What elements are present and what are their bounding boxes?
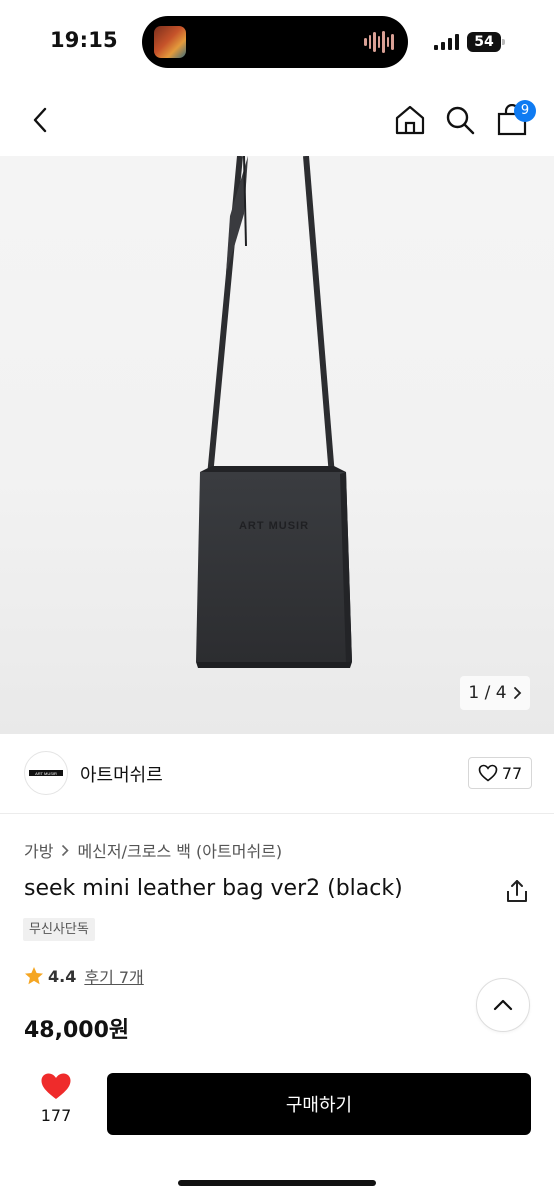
search-button[interactable] xyxy=(438,92,482,148)
status-time: 19:15 xyxy=(50,28,118,52)
back-button[interactable] xyxy=(18,92,62,148)
buy-button[interactable]: 구매하기 xyxy=(107,1073,531,1135)
cellular-signal-icon xyxy=(434,34,459,50)
heart-filled-icon xyxy=(41,1073,71,1099)
top-nav: 9 xyxy=(0,92,554,148)
battery-icon: 54 xyxy=(467,32,505,52)
share-icon xyxy=(507,880,527,902)
review-link[interactable]: 후기 7개 xyxy=(84,964,143,988)
wishlist-button[interactable]: 177 xyxy=(26,1072,86,1134)
battery-level: 54 xyxy=(467,32,501,52)
image-counter[interactable]: 1 / 4 xyxy=(460,676,530,710)
breadcrumb-category[interactable]: 가방 xyxy=(24,838,53,862)
brand-like-button[interactable]: 77 xyxy=(468,757,532,789)
audio-waveform-icon xyxy=(364,30,395,54)
breadcrumb-subcategory[interactable]: 메신저/크로스 백 (아트머쉬르) xyxy=(77,838,282,862)
back-chevron-icon xyxy=(33,107,47,133)
star-icon xyxy=(25,967,43,985)
bag-logo: ART MUSIR xyxy=(239,520,309,532)
home-icon xyxy=(395,105,425,135)
brand-name[interactable]: 아트머쉬르 xyxy=(80,761,163,787)
svg-text:ART MUSIR: ART MUSIR xyxy=(239,520,309,532)
wishlist-count: 177 xyxy=(40,1106,72,1125)
chevron-up-icon xyxy=(493,999,513,1011)
brand-logo-mark: ART MUSIR xyxy=(29,770,63,776)
product-price: 48,000원 xyxy=(24,1018,130,1043)
breadcrumb-chevron-icon xyxy=(62,844,70,856)
product-image-gallery[interactable]: ART MUSIR 1 / 4 xyxy=(0,156,554,734)
cart-count-badge: 9 xyxy=(514,100,536,122)
rating-row: 4.4 후기 7개 xyxy=(24,964,144,988)
dynamic-island[interactable] xyxy=(142,16,408,68)
chevron-right-icon xyxy=(513,687,521,699)
cart-button[interactable]: 9 xyxy=(490,92,536,148)
home-indicator xyxy=(178,1180,376,1186)
brand-row[interactable]: ART MUSIR 아트머쉬르 77 xyxy=(0,734,554,814)
now-playing-artwork xyxy=(154,26,186,58)
scroll-top-button[interactable] xyxy=(476,978,530,1032)
home-button[interactable] xyxy=(388,92,432,148)
search-icon xyxy=(446,106,475,135)
brand-like-count: 77 xyxy=(501,763,523,783)
image-counter-text: 1 / 4 xyxy=(468,683,507,703)
svg-text:ART MUSIR: ART MUSIR xyxy=(35,771,57,776)
status-bar: 19:15 54 xyxy=(0,0,554,84)
heart-outline-icon xyxy=(478,764,498,782)
exclusive-tag: 무신사단독 xyxy=(23,918,95,941)
breadcrumb: 가방 메신저/크로스 백 (아트머쉬르) xyxy=(24,838,282,862)
product-photo: ART MUSIR xyxy=(196,156,352,668)
share-button[interactable] xyxy=(504,878,530,904)
product-title: seek mini leather bag ver2 (black) xyxy=(24,876,403,901)
brand-logo[interactable]: ART MUSIR xyxy=(24,751,68,795)
rating-score: 4.4 xyxy=(48,966,77,986)
